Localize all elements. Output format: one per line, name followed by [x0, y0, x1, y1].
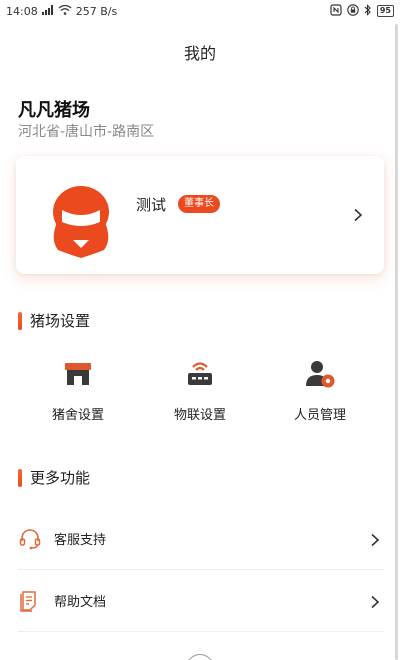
section-accent-bar — [18, 468, 22, 487]
farm-name: 凡凡猪场 — [18, 100, 90, 121]
section-pig-farm-settings: 猪场设置 — [18, 310, 90, 331]
personnel-management-button[interactable]: 人员管理 — [270, 358, 370, 423]
more-functions-list: 客服支持 帮助文档 — [18, 508, 384, 632]
pig-house-settings-button[interactable]: 猪舍设置 — [28, 358, 128, 423]
status-time: 14:08 — [6, 4, 38, 18]
signal-icon — [41, 4, 54, 18]
iot-settings-button[interactable]: 物联设置 — [150, 358, 250, 423]
section-accent-bar — [18, 311, 22, 330]
section-title-text: 猪场设置 — [30, 312, 91, 330]
lock-icon — [347, 3, 359, 19]
status-right: 95 — [330, 3, 394, 19]
role-badge: 董事长 — [178, 195, 220, 213]
page-title: 我的 — [183, 44, 216, 63]
section-title-text: 更多功能 — [30, 469, 91, 487]
avatar-icon — [48, 182, 114, 258]
help-documentation-item[interactable]: 帮助文档 — [18, 570, 384, 632]
chevron-right-icon — [352, 207, 364, 222]
farm-region: 河北省-唐山市-路南区 — [18, 124, 155, 140]
user-profile-card[interactable]: 测试 董事长 — [16, 156, 384, 274]
pig-farm-settings-grid: 猪舍设置 物联设置 人员管理 — [0, 358, 400, 428]
barn-icon — [62, 358, 94, 390]
section-more-functions: 更多功能 — [18, 467, 90, 488]
scrollbar[interactable] — [395, 24, 398, 660]
wifi-icon — [58, 4, 72, 18]
grid-item-label: 物联设置 — [173, 408, 226, 423]
list-item-label: 客服支持 — [54, 533, 107, 548]
chevron-right-icon — [370, 532, 380, 546]
user-gear-icon — [304, 358, 336, 390]
router-icon — [184, 358, 216, 390]
headset-icon — [18, 527, 42, 551]
grid-item-label: 猪舍设置 — [51, 408, 104, 423]
status-left: 14:08 257 B/s — [6, 4, 118, 18]
document-icon — [18, 589, 42, 613]
bluetooth-icon — [364, 3, 372, 19]
network-speed: 257 B/s — [75, 4, 118, 18]
nfc-icon — [330, 3, 342, 19]
status-bar: 14:08 257 B/s 95 — [0, 0, 400, 22]
grid-item-label: 人员管理 — [293, 408, 346, 423]
chevron-right-icon — [370, 594, 380, 608]
battery-indicator: 95 — [376, 5, 394, 17]
customer-support-item[interactable]: 客服支持 — [18, 508, 384, 570]
bottom-nav-icon[interactable] — [186, 654, 214, 660]
user-name: 测试 — [136, 196, 167, 214]
list-item-label: 帮助文档 — [54, 595, 107, 610]
